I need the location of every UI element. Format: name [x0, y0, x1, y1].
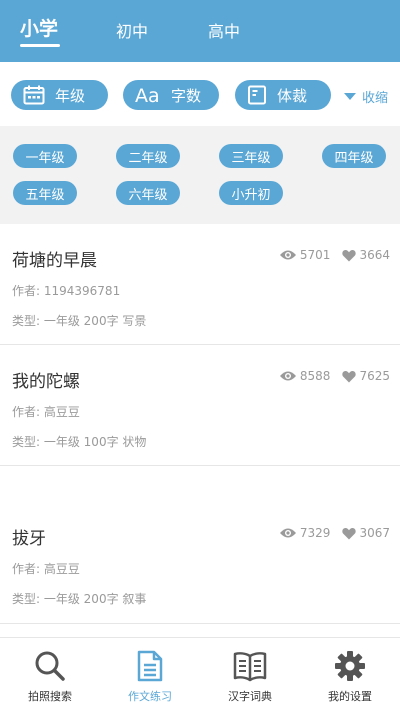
like-count: 3664 [359, 248, 390, 262]
like-count: 3067 [359, 526, 390, 540]
collapse-label: 收缩 [362, 91, 389, 106]
essay-list-item[interactable]: 我的陀螺 8588 7625 作者: 高豆豆 类型: 一年级 100字 状物 [0, 345, 400, 466]
heart-icon [342, 527, 357, 539]
svg-text:Aa: Aa [135, 85, 160, 105]
nav-photo-search[interactable]: 拍照搜索 [0, 638, 100, 711]
grade-options-panel: 一年级 二年级 三年级 四年级 五年级 六年级 小升初 [0, 126, 400, 224]
like-count: 7625 [359, 369, 390, 383]
view-count: 8588 [299, 369, 331, 383]
nav-my-settings[interactable]: 我的设置 [300, 638, 400, 711]
view-count: 7329 [299, 526, 331, 540]
word-count-filter-button[interactable]: Aa 字数 [123, 80, 219, 110]
heart-icon [342, 249, 357, 261]
grade-chip-1[interactable]: 一年级 [13, 144, 77, 168]
calendar-icon [23, 85, 45, 105]
grade-filter-button[interactable]: 年级 [11, 80, 108, 110]
essay-meta: 类型: 一年级 200字 叙事 [12, 592, 147, 606]
essay-stats: 5701 3664 [279, 248, 390, 262]
collapse-button[interactable]: 收缩 [344, 87, 388, 106]
essay-stats: 7329 3067 [279, 526, 390, 540]
word-count-filter-label: 字数 [171, 86, 202, 105]
essay-meta: 类型: 一年级 200字 写景 [12, 314, 147, 328]
essay-author: 作者: 高豆豆 [12, 405, 80, 419]
essay-author: 作者: 1194396781 [12, 284, 121, 298]
bottom-navigation: 拍照搜索 作文练习 汉字词典 我的设置 [0, 637, 400, 711]
tab-primary-school[interactable]: 小学 [20, 14, 58, 41]
essay-list-item[interactable]: 荷塘的早晨 5701 3664 作者: 1194396781 类型: 一年级 2… [0, 224, 400, 345]
tab-high-school[interactable]: 高中 [208, 18, 240, 42]
genre-filter-button[interactable]: 体裁 [235, 80, 331, 110]
triangle-down-icon [344, 93, 356, 100]
view-count: 5701 [299, 248, 331, 262]
tab-middle-school[interactable]: 初中 [116, 18, 148, 42]
top-tab-bar: 小学 初中 高中 [0, 0, 400, 62]
grade-chip-2[interactable]: 二年级 [116, 144, 180, 168]
nav-essay-practice[interactable]: 作文练习 [100, 638, 200, 711]
font-size-icon: Aa [135, 85, 160, 105]
essay-title: 荷塘的早晨 [12, 251, 97, 271]
heart-icon [342, 370, 357, 382]
essay-stats: 8588 7625 [279, 369, 390, 383]
essay-author: 作者: 高豆豆 [12, 562, 80, 576]
grade-chip-7[interactable]: 小升初 [219, 181, 283, 205]
document-icon [137, 650, 163, 682]
grade-chip-4[interactable]: 四年级 [322, 144, 386, 168]
nav-photo-search-label: 拍照搜索 [28, 690, 72, 703]
nav-essay-practice-label: 作文练习 [128, 690, 172, 703]
essay-title: 我的陀螺 [12, 372, 80, 392]
filter-bar: 年级 Aa 字数 体裁 收缩 [0, 62, 400, 126]
eye-icon [279, 528, 296, 538]
grade-chip-3[interactable]: 三年级 [219, 144, 283, 168]
book-icon [233, 652, 267, 682]
grade-chip-5[interactable]: 五年级 [13, 181, 77, 205]
essay-list-item[interactable]: 拔牙 7329 3067 作者: 高豆豆 类型: 一年级 200字 叙事 [0, 466, 400, 624]
genre-filter-label: 体裁 [277, 86, 308, 105]
eye-icon [279, 371, 296, 381]
gear-icon [335, 651, 365, 681]
essay-meta: 类型: 一年级 100字 状物 [12, 435, 147, 449]
active-tab-indicator [20, 44, 60, 47]
document-icon [248, 85, 266, 105]
essay-title: 拔牙 [12, 529, 46, 549]
search-icon [35, 651, 65, 681]
nav-my-settings-label: 我的设置 [328, 690, 372, 703]
eye-icon [279, 250, 296, 260]
nav-character-dictionary[interactable]: 汉字词典 [200, 638, 300, 711]
grade-chip-6[interactable]: 六年级 [116, 181, 180, 205]
grade-filter-label: 年级 [55, 86, 86, 105]
nav-character-dictionary-label: 汉字词典 [228, 690, 272, 703]
